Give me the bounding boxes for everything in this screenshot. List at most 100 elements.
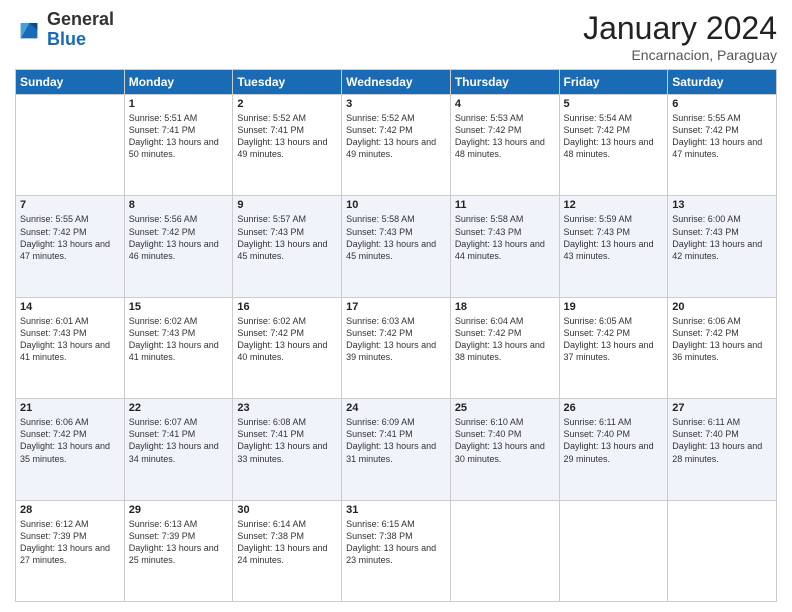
- calendar-cell: 5Sunrise: 5:54 AMSunset: 7:42 PMDaylight…: [559, 95, 668, 196]
- calendar-cell: 7 Sunrise: 5:55 AMSunset: 7:42 PMDaylight…: [16, 196, 125, 297]
- calendar-cell: [16, 95, 125, 196]
- day-number: 16: [237, 301, 337, 313]
- calendar-cell: 1 Sunrise: 5:51 AMSunset: 7:41 PMDaylight…: [124, 95, 233, 196]
- day-info: Sunrise: 5:58 AMSunset: 7:43 PMDaylight:…: [346, 213, 446, 262]
- calendar-cell: 3 Sunrise: 5:52 AMSunset: 7:42 PMDaylight…: [342, 95, 451, 196]
- day-number: 30: [237, 504, 337, 516]
- day-number: 8: [129, 199, 229, 211]
- day-info: Sunrise: 6:02 AMSunset: 7:43 PMDaylight:…: [129, 315, 229, 364]
- calendar-cell: 31 Sunrise: 6:15 AMSunset: 7:38 PMDayligh…: [342, 500, 451, 601]
- day-number: 23: [237, 402, 337, 414]
- day-number: 19: [564, 301, 664, 313]
- day-number: 10: [346, 199, 446, 211]
- calendar-cell: 20 Sunrise: 6:06 AMSunset: 7:42 PMDayligh…: [668, 297, 777, 398]
- day-info: Sunrise: 6:15 AMSunset: 7:38 PMDaylight:…: [346, 518, 446, 567]
- header: General Blue January 2024 Encarnacion, P…: [15, 10, 777, 63]
- col-monday: Monday: [124, 70, 233, 95]
- day-number: 3: [346, 98, 446, 110]
- calendar-cell: 26 Sunrise: 6:11 AMSunset: 7:40 PMDayligh…: [559, 399, 668, 500]
- calendar-cell: 21 Sunrise: 6:06 AMSunset: 7:42 PMDayligh…: [16, 399, 125, 500]
- day-info: Sunrise: 5:55 AMSunset: 7:42 PMDaylight:…: [20, 213, 120, 262]
- calendar-cell: [668, 500, 777, 601]
- day-info: Sunrise: 5:52 AMSunset: 7:42 PMDaylight:…: [346, 112, 446, 161]
- day-number: 6: [672, 98, 772, 110]
- calendar-cell: [559, 500, 668, 601]
- calendar-cell: 6 Sunrise: 5:55 AMSunset: 7:42 PMDaylight…: [668, 95, 777, 196]
- day-number: 4: [455, 98, 555, 110]
- calendar-cell: 17 Sunrise: 6:03 AMSunset: 7:42 PMDayligh…: [342, 297, 451, 398]
- calendar-cell: 16 Sunrise: 6:02 AMSunset: 7:42 PMDayligh…: [233, 297, 342, 398]
- calendar-cell: 2Sunrise: 5:52 AMSunset: 7:41 PMDaylight…: [233, 95, 342, 196]
- day-info: Sunrise: 6:13 AMSunset: 7:39 PMDaylight:…: [129, 518, 229, 567]
- day-number: 15: [129, 301, 229, 313]
- day-number: 13: [672, 199, 772, 211]
- day-info: Sunrise: 6:06 AMSunset: 7:42 PMDaylight:…: [672, 315, 772, 364]
- calendar-cell: 4 Sunrise: 5:53 AMSunset: 7:42 PMDaylight…: [450, 95, 559, 196]
- day-number: 2: [237, 98, 337, 110]
- calendar-cell: 14Sunrise: 6:01 AMSunset: 7:43 PMDayligh…: [16, 297, 125, 398]
- day-info: Sunrise: 5:59 AMSunset: 7:43 PMDaylight:…: [564, 213, 664, 262]
- day-info: Sunrise: 6:06 AMSunset: 7:42 PMDaylight:…: [20, 416, 120, 465]
- day-info: Sunrise: 6:14 AMSunset: 7:38 PMDaylight:…: [237, 518, 337, 567]
- calendar-cell: 27Sunrise: 6:11 AMSunset: 7:40 PMDayligh…: [668, 399, 777, 500]
- day-number: 17: [346, 301, 446, 313]
- day-number: 21: [20, 402, 120, 414]
- day-number: 31: [346, 504, 446, 516]
- day-number: 27: [672, 402, 772, 414]
- calendar-cell: 18Sunrise: 6:04 AMSunset: 7:42 PMDayligh…: [450, 297, 559, 398]
- day-info: Sunrise: 5:55 AMSunset: 7:42 PMDaylight:…: [672, 112, 772, 161]
- day-number: 7: [20, 199, 120, 211]
- day-info: Sunrise: 6:00 AMSunset: 7:43 PMDaylight:…: [672, 213, 772, 262]
- day-info: Sunrise: 5:57 AMSunset: 7:43 PMDaylight:…: [237, 213, 337, 262]
- calendar-cell: 22 Sunrise: 6:07 AMSunset: 7:41 PMDayligh…: [124, 399, 233, 500]
- calendar-table: Sunday Monday Tuesday Wednesday Thursday…: [15, 69, 777, 602]
- week-row-2: 7 Sunrise: 5:55 AMSunset: 7:42 PMDaylight…: [16, 196, 777, 297]
- calendar-cell: 11 Sunrise: 5:58 AMSunset: 7:43 PMDayligh…: [450, 196, 559, 297]
- day-info: Sunrise: 6:09 AMSunset: 7:41 PMDaylight:…: [346, 416, 446, 465]
- calendar-cell: 28 Sunrise: 6:12 AMSunset: 7:39 PMDayligh…: [16, 500, 125, 601]
- day-info: Sunrise: 6:11 AMSunset: 7:40 PMDaylight:…: [564, 416, 664, 465]
- day-number: 20: [672, 301, 772, 313]
- calendar-cell: 13 Sunrise: 6:00 AMSunset: 7:43 PMDayligh…: [668, 196, 777, 297]
- week-row-1: 1 Sunrise: 5:51 AMSunset: 7:41 PMDaylight…: [16, 95, 777, 196]
- day-info: Sunrise: 5:56 AMSunset: 7:42 PMDaylight:…: [129, 213, 229, 262]
- day-info: Sunrise: 6:01 AMSunset: 7:43 PMDaylight:…: [20, 315, 120, 364]
- day-info: Sunrise: 5:51 AMSunset: 7:41 PMDaylight:…: [129, 112, 229, 161]
- day-info: Sunrise: 6:05 AMSunset: 7:42 PMDaylight:…: [564, 315, 664, 364]
- day-number: 28: [20, 504, 120, 516]
- day-info: Sunrise: 6:12 AMSunset: 7:39 PMDaylight:…: [20, 518, 120, 567]
- col-sunday: Sunday: [16, 70, 125, 95]
- calendar-cell: [450, 500, 559, 601]
- day-info: Sunrise: 5:58 AMSunset: 7:43 PMDaylight:…: [455, 213, 555, 262]
- day-number: 24: [346, 402, 446, 414]
- month-title: January 2024: [583, 10, 777, 47]
- header-row: Sunday Monday Tuesday Wednesday Thursday…: [16, 70, 777, 95]
- day-number: 11: [455, 199, 555, 211]
- day-info: Sunrise: 5:53 AMSunset: 7:42 PMDaylight:…: [455, 112, 555, 161]
- day-info: Sunrise: 6:08 AMSunset: 7:41 PMDaylight:…: [237, 416, 337, 465]
- day-info: Sunrise: 6:10 AMSunset: 7:40 PMDaylight:…: [455, 416, 555, 465]
- day-number: 26: [564, 402, 664, 414]
- calendar-cell: 9 Sunrise: 5:57 AMSunset: 7:43 PMDaylight…: [233, 196, 342, 297]
- day-number: 18: [455, 301, 555, 313]
- day-info: Sunrise: 6:03 AMSunset: 7:42 PMDaylight:…: [346, 315, 446, 364]
- day-number: 29: [129, 504, 229, 516]
- day-number: 25: [455, 402, 555, 414]
- logo-text: General Blue: [47, 10, 114, 50]
- week-row-5: 28 Sunrise: 6:12 AMSunset: 7:39 PMDayligh…: [16, 500, 777, 601]
- col-wednesday: Wednesday: [342, 70, 451, 95]
- week-row-4: 21 Sunrise: 6:06 AMSunset: 7:42 PMDayligh…: [16, 399, 777, 500]
- day-number: 1: [129, 98, 229, 110]
- logo-blue: Blue: [47, 30, 114, 50]
- col-saturday: Saturday: [668, 70, 777, 95]
- calendar-cell: 29 Sunrise: 6:13 AMSunset: 7:39 PMDayligh…: [124, 500, 233, 601]
- day-number: 22: [129, 402, 229, 414]
- col-tuesday: Tuesday: [233, 70, 342, 95]
- day-info: Sunrise: 6:07 AMSunset: 7:41 PMDaylight:…: [129, 416, 229, 465]
- day-number: 12: [564, 199, 664, 211]
- calendar-cell: 8 Sunrise: 5:56 AMSunset: 7:42 PMDaylight…: [124, 196, 233, 297]
- day-info: Sunrise: 6:02 AMSunset: 7:42 PMDaylight:…: [237, 315, 337, 364]
- logo-general: General: [47, 10, 114, 30]
- day-number: 9: [237, 199, 337, 211]
- calendar-cell: 24 Sunrise: 6:09 AMSunset: 7:41 PMDayligh…: [342, 399, 451, 500]
